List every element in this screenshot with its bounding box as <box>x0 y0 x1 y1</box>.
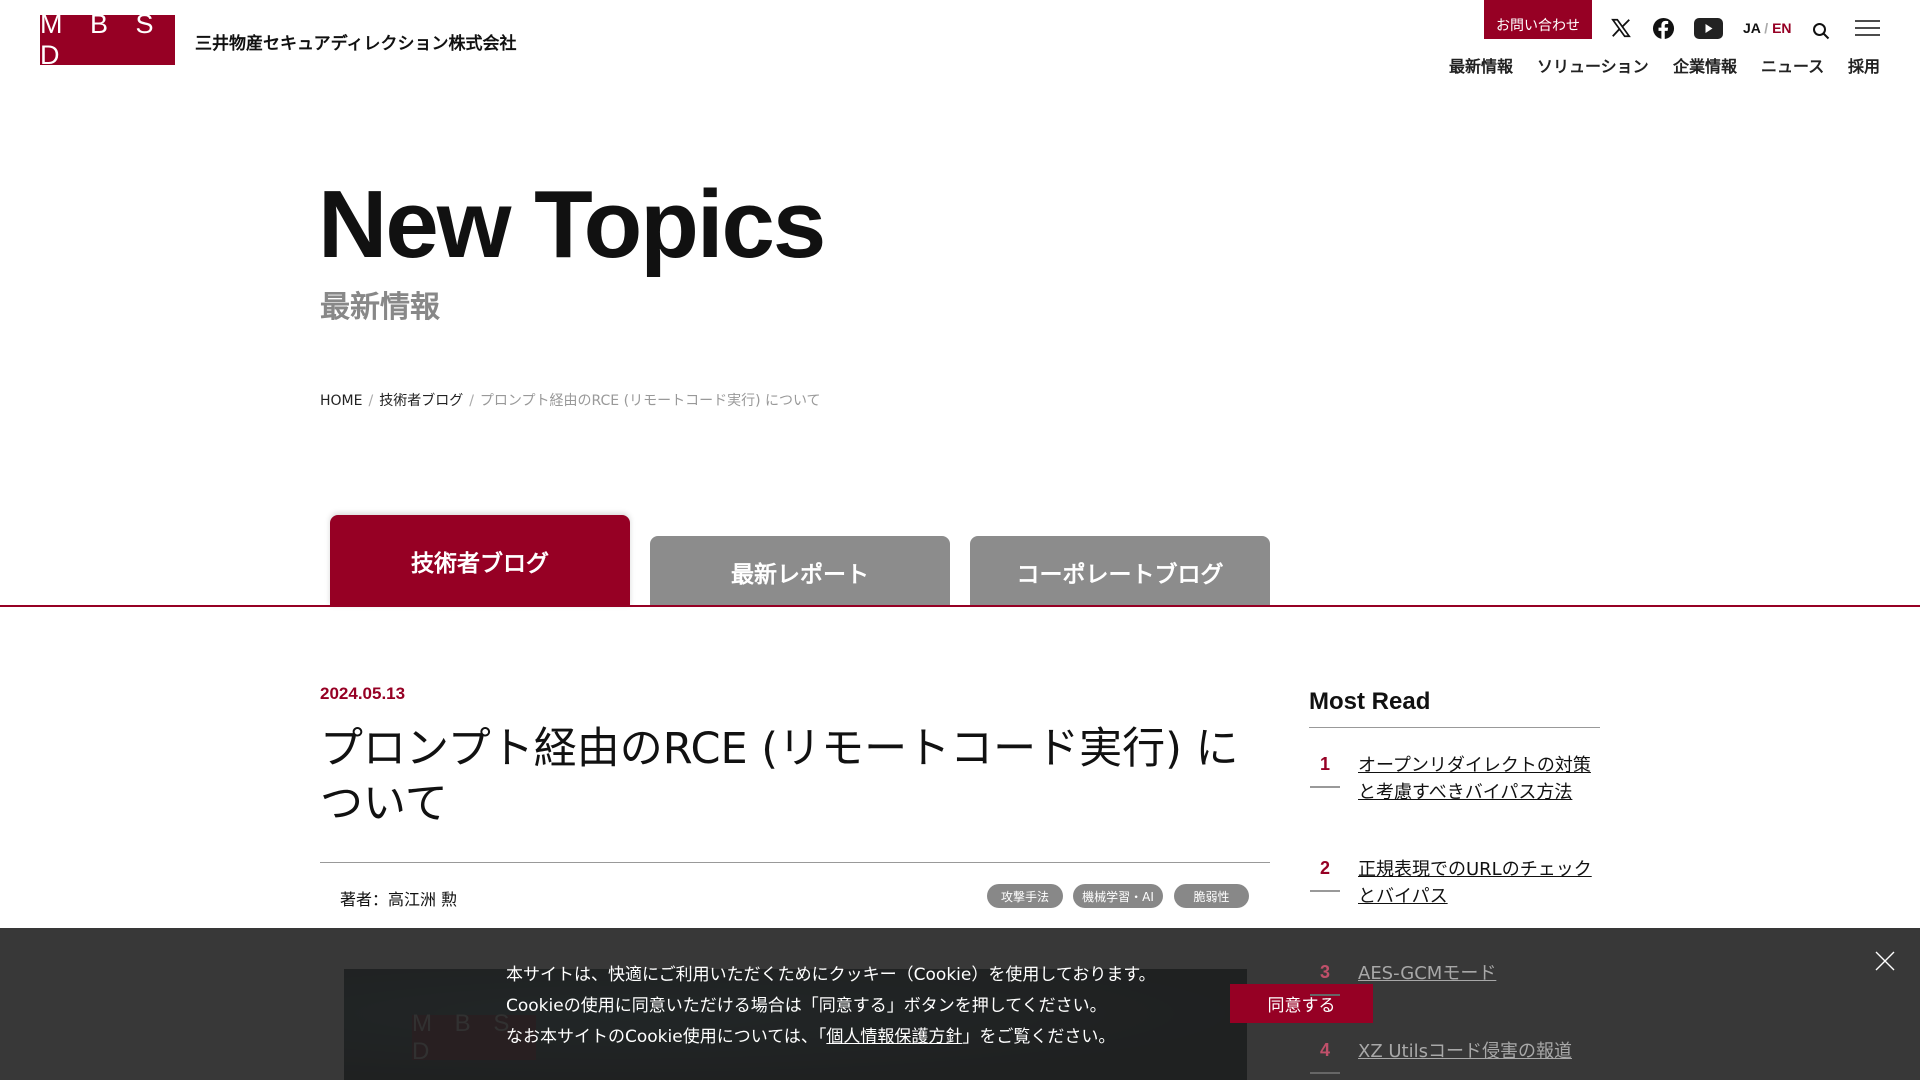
divider <box>1309 727 1600 728</box>
tag-vulnerability[interactable]: 脆弱性 <box>1174 884 1249 908</box>
rank-number: 4 <box>1310 1040 1340 1074</box>
youtube-icon[interactable] <box>1693 16 1723 40</box>
nav-news[interactable]: ニュース <box>1761 53 1824 77</box>
article-author: 著者：高江洲 勲 <box>340 890 458 909</box>
breadcrumb-home[interactable]: HOME <box>320 393 362 409</box>
rank-number: 1 <box>1310 754 1340 788</box>
close-icon[interactable] <box>1873 950 1897 976</box>
breadcrumb-section[interactable]: 技術者ブログ <box>379 393 463 409</box>
breadcrumb: HOME / 技術者ブログ / プロンプト経由のRCE (リモートコード実行) について <box>320 390 821 410</box>
article-title: プロンプト経由のRCE (リモートコード実行) について <box>320 724 1239 829</box>
most-read-item[interactable]: XZ Utilsコード侵害の報道 <box>1358 1038 1603 1065</box>
cookie-text: 」をご覧ください。 <box>962 1027 1116 1047</box>
nav-solutions[interactable]: ソリューション <box>1537 53 1649 77</box>
tag-attack-method[interactable]: 攻撃手法 <box>987 884 1063 908</box>
rank-number: 2 <box>1310 858 1340 892</box>
article-date: 2024.05.13 <box>320 684 406 703</box>
breadcrumb-separator: / <box>469 393 474 409</box>
lang-separator: / <box>1764 20 1769 36</box>
cookie-line: Cookieの使用に同意いただける場合は「同意する」ボタンを押してください。 <box>506 996 1107 1016</box>
agree-button[interactable]: 同意する <box>1230 984 1373 1023</box>
tab-latest-report[interactable]: 最新レポート <box>650 536 950 607</box>
cookie-text: なお本サイトのCookie使用については、「 <box>506 1027 827 1047</box>
tab-underline <box>0 605 1920 607</box>
facebook-icon[interactable] <box>1651 16 1675 40</box>
page-subtitle: 最新情報 <box>320 290 440 325</box>
most-read-title: Most Read <box>1309 688 1431 715</box>
divider <box>320 862 1270 863</box>
contact-button[interactable]: お問い合わせ <box>1484 0 1592 39</box>
tab-corporate-blog[interactable]: コーポレートブログ <box>970 536 1270 607</box>
most-read-item[interactable]: オープンリダイレクトの対策と考慮すべきバイパス方法 <box>1358 752 1603 806</box>
rank-number: 3 <box>1310 962 1340 996</box>
privacy-policy-link[interactable]: 個人情報保護方針 <box>826 1027 962 1047</box>
hamburger-menu-icon[interactable] <box>1854 16 1880 40</box>
lang-ja[interactable]: JA <box>1743 20 1760 36</box>
nav-latest[interactable]: 最新情報 <box>1449 53 1513 77</box>
breadcrumb-current: プロンプト経由のRCE (リモートコード実行) について <box>479 393 821 409</box>
nav-company[interactable]: 企業情報 <box>1673 53 1737 77</box>
company-name[interactable]: 三井物産セキュアディレクション株式会社 <box>195 29 516 54</box>
nav-recruit[interactable]: 採用 <box>1848 53 1880 77</box>
mbsd-logo[interactable]: M B S D <box>40 9 175 70</box>
most-read-item[interactable]: 正規表現でのURLのチェックとバイパス <box>1358 856 1603 910</box>
cookie-line: 本サイトは、快適にご利用いただくためにクッキー（Cookie）を使用しております… <box>506 965 1156 985</box>
x-icon[interactable] <box>1609 16 1633 40</box>
search-icon[interactable] <box>1809 19 1833 43</box>
breadcrumb-separator: / <box>368 393 374 409</box>
language-switcher: JA / EN <box>1743 20 1792 36</box>
most-read-item[interactable]: AES-GCMモード <box>1358 960 1603 987</box>
cookie-line: なお本サイトのCookie使用については、「個人情報保護方針」をご覧ください。 <box>506 1022 1156 1053</box>
tab-tech-blog[interactable]: 技術者ブログ <box>330 515 630 607</box>
page-title: New Topics <box>318 171 826 278</box>
lang-en[interactable]: EN <box>1772 20 1791 36</box>
cookie-message: 本サイトは、快適にご利用いただくためにクッキー（Cookie）を使用しております… <box>506 960 1156 1053</box>
tag-machine-learning[interactable]: 機械学習・AI <box>1073 884 1163 908</box>
